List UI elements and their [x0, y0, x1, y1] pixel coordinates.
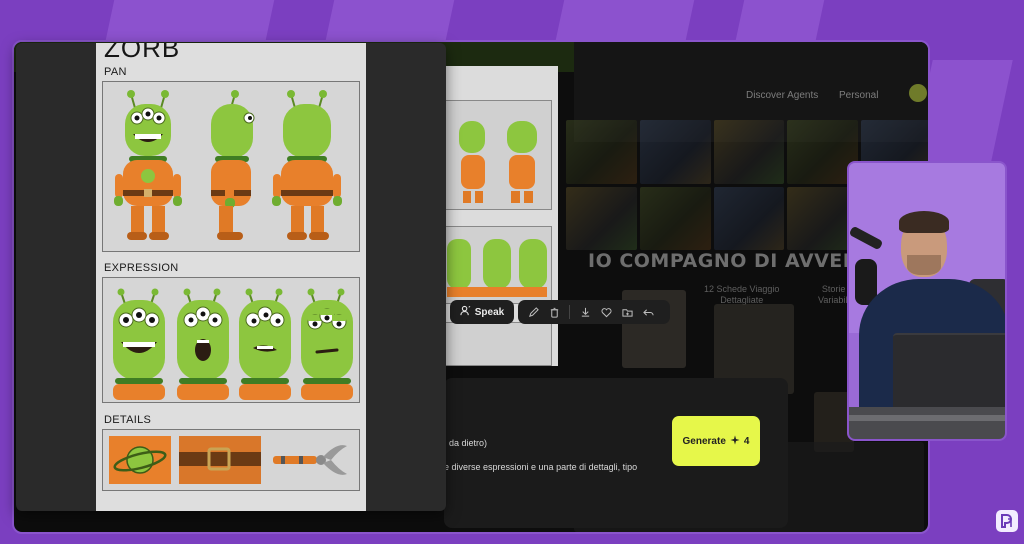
character-name-title: ZORB: [104, 43, 181, 63]
nav-link-personal[interactable]: Personal: [839, 90, 878, 101]
feature-label: 12 Schede Viaggio Dettagliate: [704, 284, 780, 305]
gallery-thumbnail[interactable]: [639, 120, 711, 184]
gallery-thumbnail[interactable]: [713, 186, 785, 250]
generate-count: 4: [743, 435, 750, 447]
section-label-expression: EXPRESSION: [104, 262, 179, 274]
person-voice-icon: [460, 305, 471, 319]
gallery-thumbnail[interactable]: [566, 186, 637, 250]
reference-pan-box: [444, 100, 552, 210]
prompt-text-line: , da dietro): [444, 438, 488, 448]
share-icon[interactable]: [639, 303, 657, 321]
heart-icon[interactable]: [597, 303, 615, 321]
pan-turnaround-box: [102, 81, 360, 252]
alien-turnaround-illustration: [114, 90, 342, 240]
desk-edge: [849, 415, 1005, 421]
webcam-overlay: [847, 161, 1007, 441]
character-sheet-viewer: ZORB PAN EXPRESSION DETAILS: [16, 43, 446, 511]
section-label-pan: PAN: [104, 66, 127, 78]
alien-details-illustration: [109, 436, 347, 484]
prompt-text-line: e diverse espressioni e una parte di det…: [444, 462, 638, 472]
character-sheet-page: ZORB PAN EXPRESSION DETAILS: [96, 43, 366, 511]
reference-expression-box: [444, 226, 552, 304]
nav-link-discover[interactable]: Discover Agents: [746, 90, 818, 101]
toolbar-divider: [569, 305, 570, 319]
reference-details-box: [444, 322, 552, 366]
image-action-toolbar: [518, 300, 670, 324]
alien-expressions-illustration: [113, 288, 353, 400]
generate-button[interactable]: Generate 4: [672, 416, 760, 466]
background-stripe: [555, 0, 695, 40]
background-stripe: [105, 0, 275, 40]
channel-logo: [996, 510, 1018, 532]
trash-icon[interactable]: [545, 303, 563, 321]
download-icon[interactable]: [576, 303, 594, 321]
generate-label: Generate: [682, 435, 726, 447]
presenter-hair: [899, 211, 949, 233]
section-label-details: DETAILS: [104, 414, 152, 426]
folder-icon[interactable]: [618, 303, 636, 321]
gallery-thumbnail[interactable]: [566, 120, 637, 184]
expression-sheet-box: [102, 277, 360, 403]
sparkle-icon: [730, 434, 740, 448]
edit-icon[interactable]: [524, 303, 542, 321]
details-box: [102, 429, 360, 491]
gallery-thumbnail[interactable]: [639, 186, 711, 250]
speak-label: Speak: [474, 306, 505, 318]
gallery-thumbnail[interactable]: [713, 120, 785, 184]
background-stripe: [735, 0, 825, 40]
avatar[interactable]: [909, 84, 927, 102]
feature-label: Storie Variabili: [818, 284, 850, 305]
presenter-beard: [907, 255, 941, 275]
background-stripe: [325, 0, 455, 40]
desk: [849, 407, 1005, 439]
speak-button[interactable]: Speak: [450, 300, 514, 324]
laptop: [893, 333, 1005, 411]
